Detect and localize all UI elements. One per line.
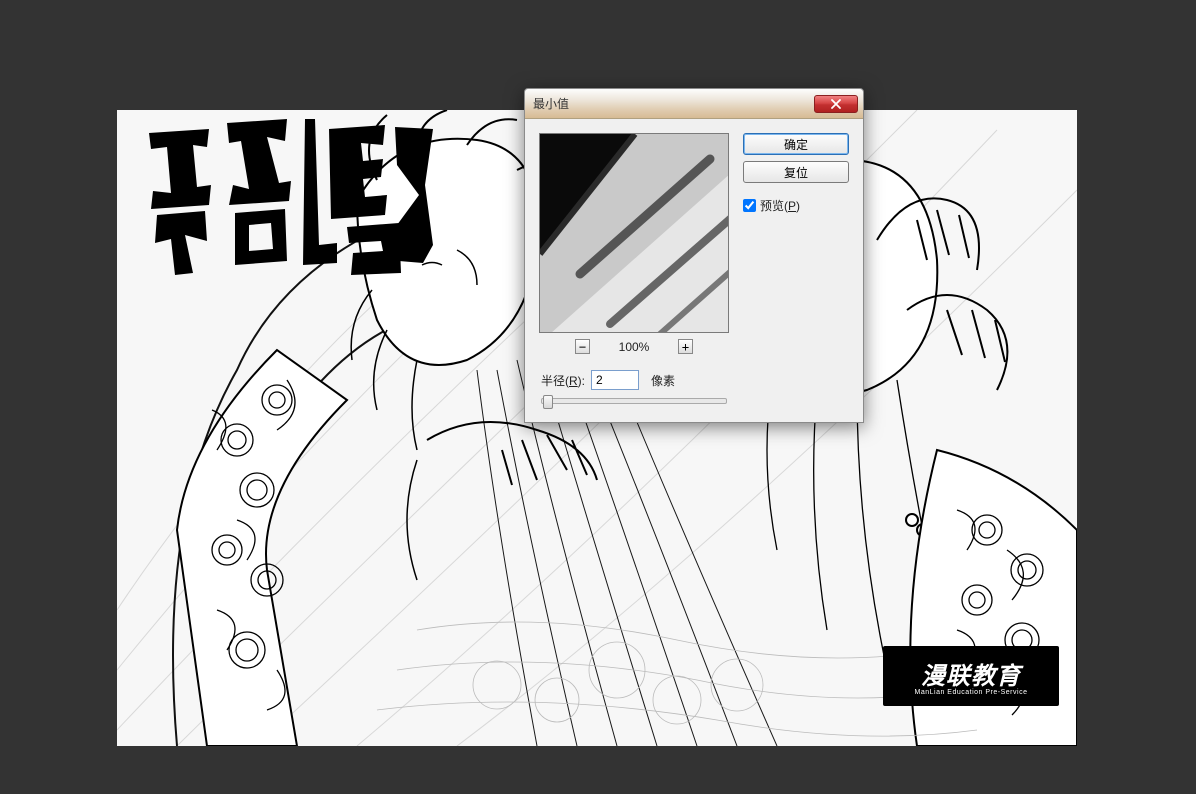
ok-button[interactable]: 确定 <box>743 133 849 155</box>
watermark-logo: 漫联教育 ManLian Education Pre-Service <box>883 646 1059 706</box>
dialog-controls-column: 确定 复位 预览(P) <box>743 133 849 404</box>
preview-column: − 100% + <box>539 133 729 354</box>
dialog-left-column: − 100% + 半径(R): 像素 <box>539 133 729 404</box>
close-button[interactable] <box>814 95 858 113</box>
preview-checkbox-label: 预览(P) <box>760 197 800 214</box>
radius-slider[interactable] <box>539 398 729 404</box>
zoom-level-label: 100% <box>614 340 654 354</box>
zoom-controls: − 100% + <box>539 339 729 354</box>
watermark-main-text: 漫联教育 <box>921 656 1021 691</box>
dialog-title: 最小值 <box>533 95 814 112</box>
radius-label: 半径(R): <box>541 372 585 389</box>
radius-row: 半径(R): 像素 <box>539 370 729 390</box>
radius-input[interactable] <box>591 370 639 390</box>
zoom-out-button[interactable]: − <box>575 339 590 354</box>
minimum-filter-dialog: 最小值 <box>524 88 864 423</box>
dialog-titlebar[interactable]: 最小值 <box>525 89 863 119</box>
preview-checkbox-row[interactable]: 预览(P) <box>743 197 849 214</box>
preview-checkbox[interactable] <box>743 199 756 212</box>
preview-image <box>540 134 729 333</box>
watermark-sub-text: ManLian Education Pre-Service <box>915 689 1028 696</box>
preview-thumbnail[interactable] <box>539 133 729 333</box>
slider-track <box>541 398 727 404</box>
title-calligraphy <box>137 115 437 285</box>
reset-button[interactable]: 复位 <box>743 161 849 183</box>
radius-unit-label: 像素 <box>651 372 675 389</box>
dialog-body: − 100% + 半径(R): 像素 确定 复位 <box>525 119 863 422</box>
zoom-in-button[interactable]: + <box>678 339 693 354</box>
slider-thumb[interactable] <box>543 395 553 409</box>
close-icon <box>831 99 841 109</box>
